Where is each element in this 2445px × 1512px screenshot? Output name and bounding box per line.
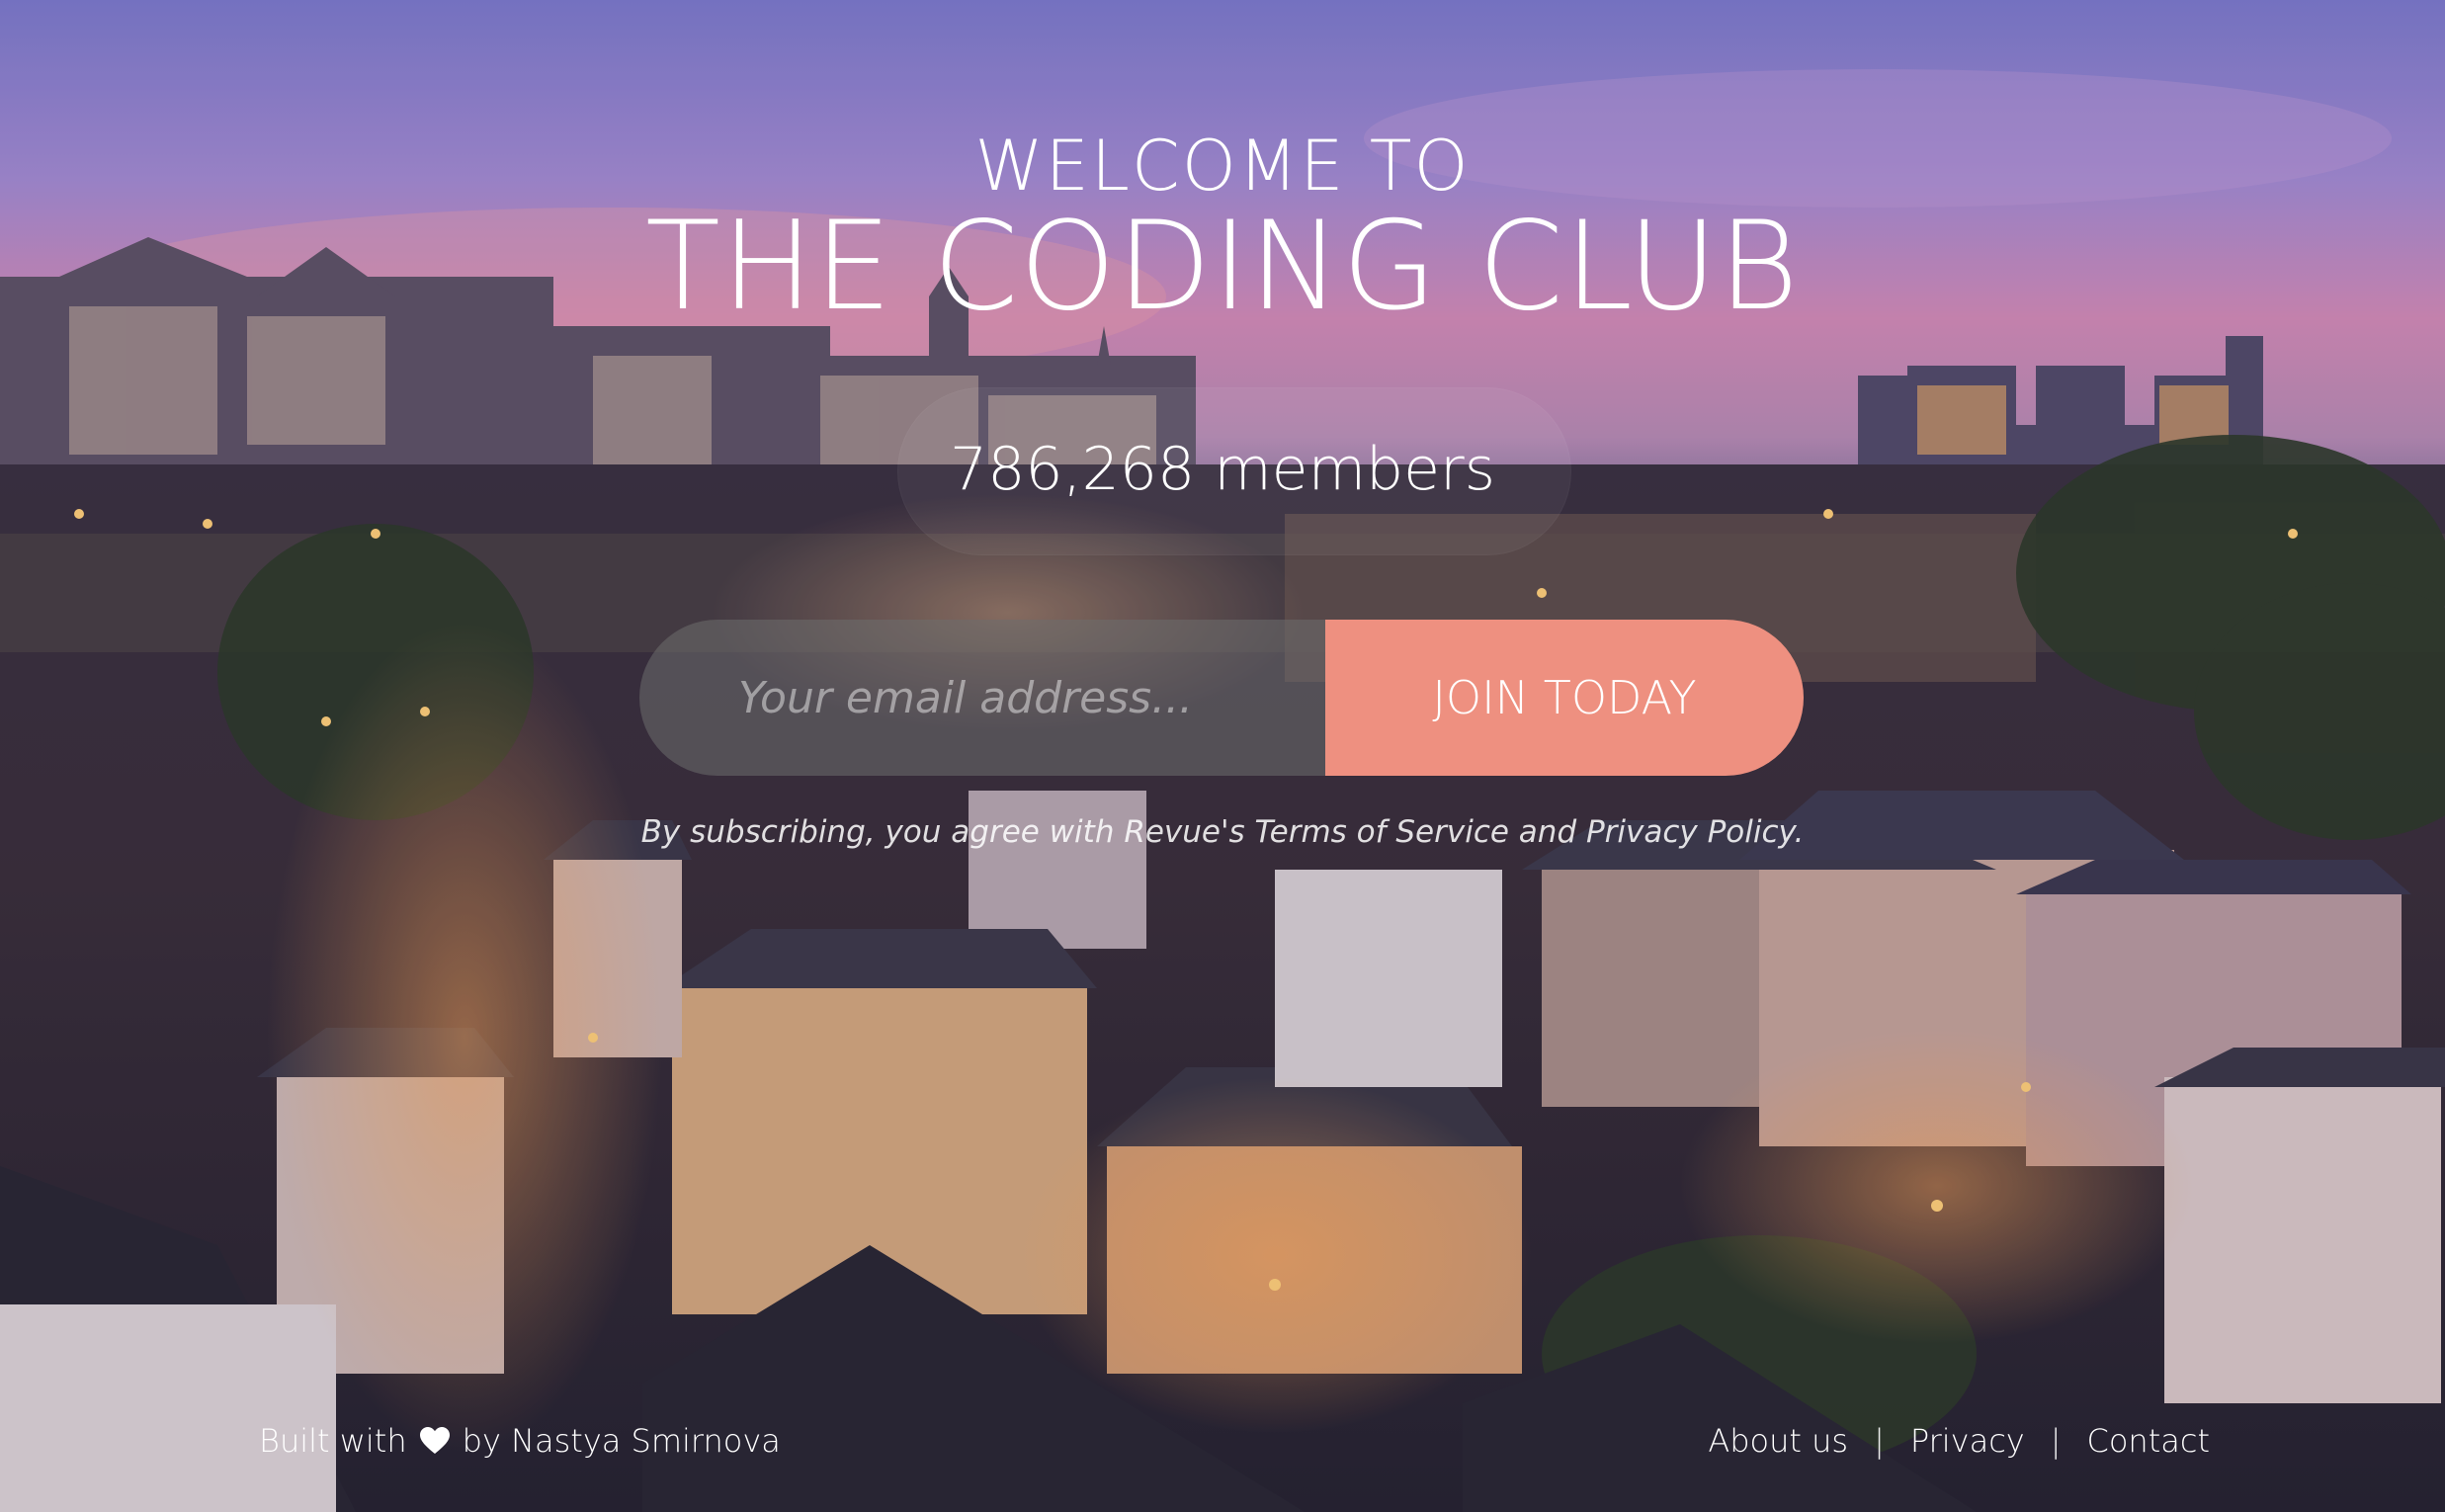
footer-nav: About us | Privacy | Contact <box>1708 1419 2210 1463</box>
footer-link-privacy[interactable]: Privacy <box>1910 1419 2025 1463</box>
terms-notice: By subscribing, you agree with Revue's T… <box>640 814 1805 850</box>
footer-separator: | <box>2050 1422 2062 1460</box>
footer-link-about[interactable]: About us <box>1708 1419 1848 1463</box>
landing-page: WELCOME TO THE CODING CLUB 786,268 membe… <box>0 0 2445 1512</box>
credit-suffix: by Nastya Smirnova <box>462 1422 781 1460</box>
site-title: THE CODING CLUB <box>645 196 1800 338</box>
members-count: 786,268 members <box>950 435 1495 504</box>
credit-prefix: Built with <box>259 1422 407 1460</box>
footer-link-contact[interactable]: Contact <box>2087 1419 2211 1463</box>
signup-form: JOIN TODAY <box>639 620 1804 776</box>
footer-separator: | <box>1874 1422 1885 1460</box>
footer-credit: Built with by Nastya Smirnova <box>259 1419 781 1463</box>
email-input[interactable] <box>639 620 1325 776</box>
join-today-button[interactable]: JOIN TODAY <box>1325 620 1804 776</box>
welcome-heading: WELCOME TO <box>974 126 1471 207</box>
heart-icon <box>419 1427 450 1454</box>
